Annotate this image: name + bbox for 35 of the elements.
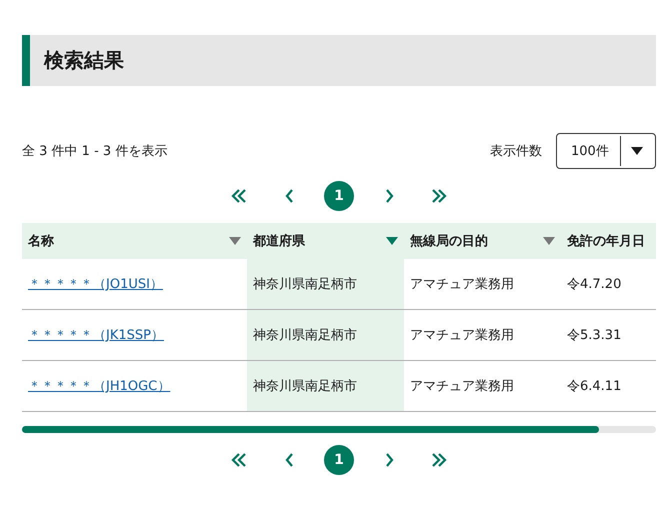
column-header[interactable]: 無線局の目的	[404, 223, 561, 259]
double-chevron-left-icon	[231, 189, 247, 203]
double-chevron-right-icon	[431, 189, 447, 203]
column-header[interactable]: 名称	[22, 223, 247, 259]
table-cell: アマチュア業務用	[410, 277, 514, 292]
table-cell: 神奈川県南足柄市	[253, 328, 357, 343]
sort-down-icon	[543, 237, 555, 245]
chevron-left-icon	[284, 189, 294, 203]
column-header[interactable]: 都道府県	[247, 223, 404, 259]
section-heading: 検索結果	[22, 35, 656, 86]
table-cell: 令5.3.31	[567, 328, 622, 343]
sort-down-icon	[386, 237, 398, 245]
page-size-label: 表示件数	[490, 143, 542, 160]
double-chevron-right-icon	[431, 453, 447, 467]
station-name-link[interactable]: ＊＊＊＊＊（JO1USI）	[28, 277, 163, 292]
table-cell: 令6.4.11	[567, 379, 622, 394]
table-cell: アマチュア業務用	[410, 379, 514, 394]
horizontal-scrollbar[interactable]	[22, 426, 656, 433]
result-count: 全 3 件中 1 - 3 件を表示	[22, 143, 168, 160]
column-header[interactable]: 免許の年月日	[561, 223, 656, 259]
table-cell: 神奈川県南足柄市	[253, 277, 357, 292]
chevron-left-icon	[284, 453, 294, 467]
chevron-right-icon	[384, 453, 394, 467]
table-cell: アマチュア業務用	[410, 328, 514, 343]
table-cell: 令4.7.20	[567, 277, 622, 292]
page-size-dropdown[interactable]: 100件	[556, 133, 656, 169]
station-name-link[interactable]: ＊＊＊＊＊（JK1SSP）	[28, 328, 164, 343]
double-chevron-left-icon	[231, 453, 247, 467]
table-cell: 神奈川県南足柄市	[253, 379, 357, 394]
sort-down-icon	[229, 237, 241, 245]
chevron-right-icon	[384, 189, 394, 203]
page-button[interactable]: 1	[324, 445, 354, 475]
page-button[interactable]: 1	[324, 181, 354, 211]
caret-down-icon	[631, 147, 643, 155]
station-name-link[interactable]: ＊＊＊＊＊（JH1OGC）	[28, 379, 170, 394]
